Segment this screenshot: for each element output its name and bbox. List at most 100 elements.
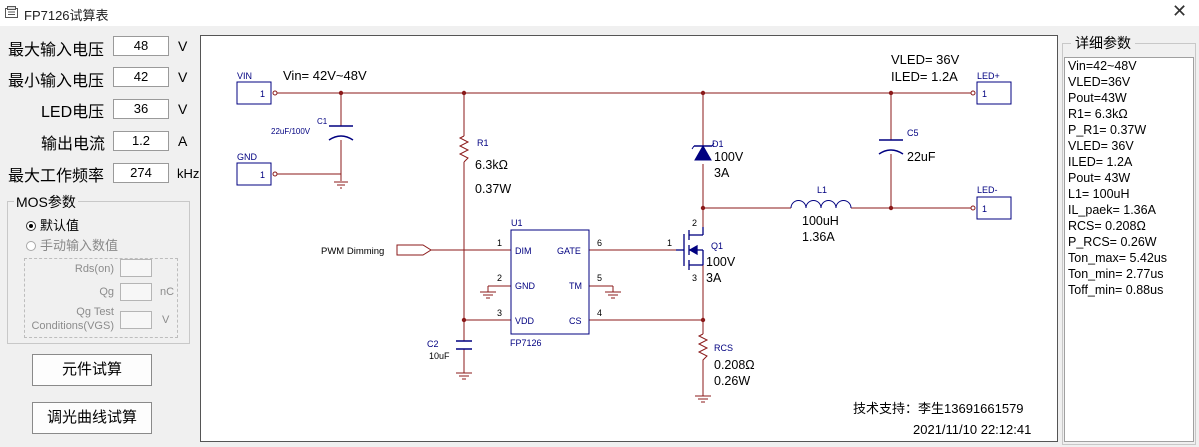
radio-default-label: 默认值	[40, 218, 80, 233]
output-current-field[interactable]: 1.2	[113, 131, 169, 151]
schematic-panel: VIN 1 Vin= 42V~48V GND 1 LED+ 1 LED- 1 V…	[200, 35, 1058, 442]
iled-text: ILED= 1.2A	[891, 69, 958, 84]
mos-params-title: MOS参数	[14, 192, 78, 212]
gnd-port	[236, 162, 272, 186]
u1-ref: U1	[511, 218, 523, 228]
qg-test-unit: V	[162, 314, 170, 326]
pin-dim-label: DIM	[515, 246, 532, 256]
c1-ref: C1	[317, 117, 328, 126]
c2-value: 10uF	[429, 351, 450, 361]
radio-default[interactable]: 默认值	[26, 215, 79, 234]
max-frequency-label: 最大工作频率	[8, 168, 105, 185]
details-line: P_R1= 0.37W	[1068, 123, 1147, 137]
led-minus-port-label: LED-	[977, 185, 998, 195]
schematic-diagram: VIN 1 Vin= 42V~48V GND 1 LED+ 1 LED- 1 V…	[236, 52, 1031, 437]
close-button[interactable]: ✕	[1160, 0, 1199, 24]
qg-test-conditions-label: Conditions(VGS)	[31, 320, 114, 332]
q1-pin-2: 2	[692, 218, 697, 228]
close-icon: ✕	[1171, 1, 1188, 21]
details-line: IL_paek= 1.36A	[1068, 203, 1156, 217]
pin-gate-label: GATE	[557, 246, 581, 256]
d1-voltage: 100V	[714, 150, 744, 164]
title-bar: FP7126试算表 ✕	[0, 0, 1199, 26]
rds-on-field[interactable]	[120, 259, 152, 277]
max-input-voltage-field[interactable]: 48	[113, 36, 169, 56]
q1-pin-3: 3	[692, 273, 697, 283]
c5-ref: C5	[907, 128, 919, 138]
pin-tm-label: TM	[569, 281, 582, 291]
pin-3-number: 3	[497, 308, 502, 318]
qg-unit: nC	[160, 286, 175, 298]
timestamp: 2021/11/10 22:12:41	[913, 422, 1031, 437]
qg-test-label: Qg Test	[76, 306, 114, 318]
gnd-port-label: GND	[237, 152, 258, 162]
pin-2-number: 2	[497, 273, 502, 283]
details-line: R1= 6.3kΩ	[1068, 107, 1128, 121]
rcs-ref: RCS	[714, 343, 733, 353]
u1-name: FP7126	[510, 338, 542, 348]
vin-port-pin: 1	[260, 89, 265, 99]
led-plus-port-pin: 1	[982, 89, 987, 99]
d1-ref: D1	[712, 139, 724, 149]
output-current-unit: A	[178, 133, 188, 149]
l1-current: 1.36A	[802, 230, 835, 244]
wires	[273, 92, 971, 396]
radio-manual[interactable]: 手动输入数值	[26, 235, 118, 254]
pin-5-number: 5	[597, 273, 602, 283]
details-line: L1= 100uH	[1068, 187, 1130, 201]
pin-gnd-label: GND	[515, 281, 536, 291]
min-input-voltage-field[interactable]: 42	[113, 67, 169, 87]
pin-cs-label: CS	[569, 316, 582, 326]
resistor-rcs	[697, 333, 709, 363]
radio-selected-icon	[26, 221, 36, 231]
details-line: Pout=43W	[1068, 91, 1127, 105]
vin-port	[236, 81, 272, 105]
app-icon	[5, 6, 18, 18]
dimming-curve-calc-button[interactable]: 调光曲线试算	[32, 402, 152, 434]
ground-pin2	[480, 291, 496, 299]
rcs-power: 0.26W	[714, 374, 750, 388]
pwm-input-flag	[396, 244, 432, 256]
c5-value: 22uF	[907, 150, 936, 164]
max-input-voltage-label: 最大输入电压	[8, 42, 105, 59]
ground-c1	[334, 181, 348, 189]
pwm-label: PWM Dimming	[321, 246, 384, 257]
details-line: VLED= 36V	[1068, 139, 1134, 153]
led-voltage-unit: V	[178, 101, 188, 117]
mosfet-q1	[676, 227, 704, 270]
window-title: FP7126试算表	[24, 8, 109, 23]
details-line: VLED=36V	[1068, 75, 1131, 89]
radio-unselected-icon	[26, 241, 36, 251]
vin-port-label: VIN	[237, 71, 252, 81]
max-frequency-field[interactable]: 274	[113, 163, 169, 183]
l1-ref: L1	[817, 185, 827, 195]
details-line: Vin=42~48V	[1068, 59, 1137, 73]
pin-vdd-label: VDD	[515, 316, 535, 326]
led-minus-port-pin: 1	[982, 204, 987, 214]
min-input-voltage-label: 最小输入电压	[8, 73, 105, 90]
details-title: 详细参数	[1071, 33, 1135, 53]
details-list[interactable]: Vin=42~48V VLED=36V Pout=43W R1= 6.3kΩ P_R1=…	[1064, 57, 1194, 442]
led-voltage-field[interactable]: 36	[113, 99, 169, 119]
qg-test-field[interactable]	[120, 311, 152, 329]
c1-value: 22uF/100V	[271, 127, 311, 136]
d1-current: 3A	[714, 166, 730, 180]
capacitor-c5	[878, 139, 904, 155]
details-line: Ton_max= 5.42us	[1068, 251, 1168, 265]
component-calc-button[interactable]: 元件试算	[32, 354, 152, 386]
led-plus-port-label: LED+	[977, 71, 1000, 81]
qg-field[interactable]	[120, 283, 152, 301]
q1-ref: Q1	[711, 241, 723, 251]
details-line: RCS= 0.208Ω	[1068, 219, 1146, 233]
diode-d1	[691, 142, 715, 161]
junctions	[338, 90, 894, 323]
details-line: Ton_min= 2.77us	[1068, 267, 1164, 281]
output-current-label: 输出电流	[41, 136, 106, 153]
r1-value: 6.3kΩ	[475, 158, 508, 172]
support-contact: 技术支持：李生13691661579	[853, 401, 1024, 416]
pin-6-number: 6	[597, 238, 602, 248]
q1-voltage: 100V	[706, 255, 736, 269]
vled-text: VLED= 36V	[891, 52, 960, 67]
rds-on-label: Rds(on)	[74, 263, 114, 275]
inductor-l1	[790, 200, 852, 209]
